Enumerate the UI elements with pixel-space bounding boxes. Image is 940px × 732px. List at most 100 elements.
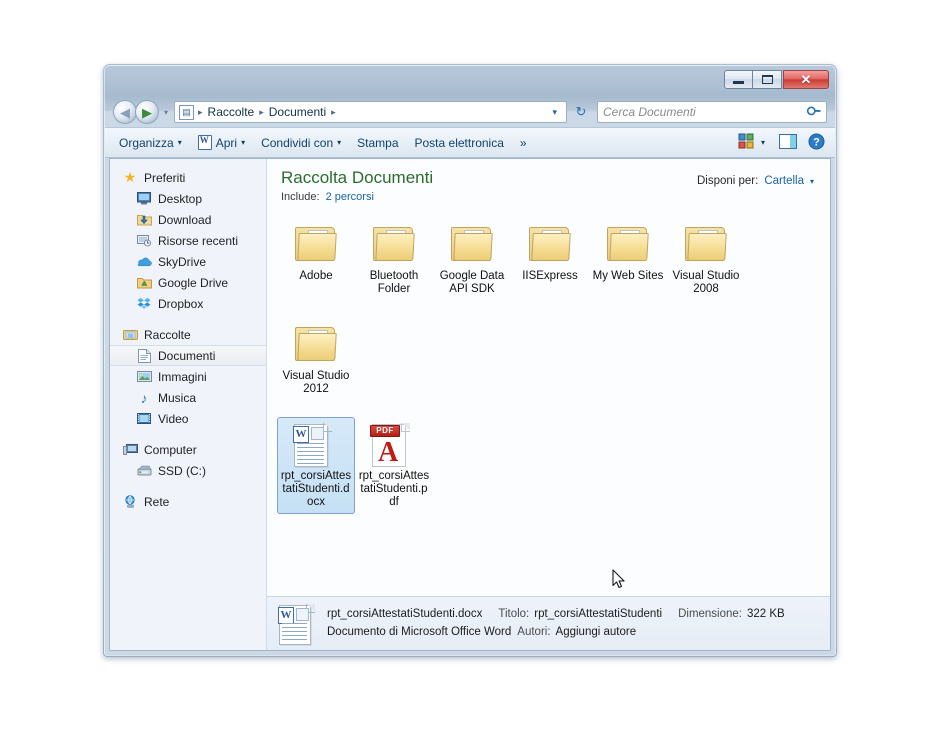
folder-item-my-web-sites[interactable]: My Web Sites [589,217,667,313]
view-tiles-icon [738,133,754,152]
organize-button[interactable]: Organizza ▾ [111,132,190,154]
close-button[interactable]: ✕ [783,70,829,89]
sidebar-label: Dropbox [158,296,204,311]
breadcrumb-documenti[interactable]: Documenti [265,104,330,120]
sidebar-label: Computer [144,442,197,457]
history-dropdown-icon[interactable]: ▾ [164,108,168,117]
pdf-badge-label: PDF [370,424,400,437]
folder-item-bluetooth-folder[interactable]: Bluetooth Folder [355,217,433,313]
share-with-label: Condividi con [261,135,334,150]
sidebar-item-rete[interactable]: Rete [110,491,266,512]
change-view-button[interactable] [733,132,759,154]
preview-pane-button[interactable] [775,132,801,154]
mouse-cursor [612,569,626,590]
svg-text:?: ? [813,136,820,148]
email-label: Posta elettronica [414,135,504,150]
file-list[interactable]: Adobe Bluetooth Folder Google Data API S… [267,211,830,596]
address-bar[interactable]: ▤ ▸ Raccolte ▸ Documenti ▸ ▾ [174,101,567,123]
folder-icon [526,222,574,266]
word-document-icon: W [292,422,340,467]
file-item-docx[interactable]: W rpt_corsiAttestatiStudenti.docx [277,416,355,515]
sidebar-item-desktop[interactable]: Desktop [110,188,266,209]
sidebar-label: Risorse recenti [158,233,239,248]
refresh-icon: ↻ [575,104,587,119]
folder-icon [682,222,730,266]
item-label: Bluetooth Folder [369,269,419,295]
sidebar-item-preferiti[interactable]: ★ Preferiti [110,167,266,188]
open-label: Apri [215,135,238,150]
sidebar-item-download[interactable]: Download [110,209,266,230]
sidebar-item-risorse-recenti[interactable]: Risorse recenti [110,230,266,251]
details-title-key: Titolo: [498,607,530,620]
print-label: Stampa [357,135,399,150]
arrange-by-value[interactable]: Cartella [764,175,804,187]
sidebar-item-skydrive[interactable]: SkyDrive [110,251,266,272]
title-bar[interactable]: ✕ [105,66,835,96]
details-title-value[interactable]: rpt_corsiAttestatiStudenti [534,606,662,624]
folder-item-adobe[interactable]: Adobe [277,217,355,313]
sidebar-item-ssd-c[interactable]: SSD (C:) [110,460,266,481]
minimize-button[interactable] [724,70,753,89]
maximize-button[interactable] [753,70,782,89]
overflow-chevrons-icon: » [519,135,527,150]
sidebar-item-google-drive[interactable]: Google Drive [110,272,266,293]
details-authors-value[interactable]: Aggiungi autore [556,624,637,642]
folder-icon [292,222,340,266]
refresh-button[interactable]: ↻ [570,101,592,123]
view-dropdown-icon[interactable]: ▾ [761,138,765,147]
skydrive-cloud-icon [136,254,152,270]
folder-item-google-data-api-sdk[interactable]: Google Data API SDK [433,217,511,313]
chevron-down-icon: ▾ [337,138,342,147]
sidebar-label: Rete [144,494,170,509]
navigation-pane[interactable]: ★ Preferiti Desktop Download Risorse rec… [110,159,267,650]
sidebar-item-dropbox[interactable]: Dropbox [110,293,266,314]
content-pane: Raccolta Documenti Include: 2 percorsi D… [267,159,830,650]
desktop-icon [136,191,152,207]
sidebar-item-raccolte[interactable]: Raccolte [110,324,266,345]
folder-item-visual-studio-2012[interactable]: Visual Studio 2012 [277,317,355,413]
sidebar-item-immagini[interactable]: Immagini [110,366,266,387]
search-box[interactable]: Cerca Documenti [597,101,827,123]
search-input[interactable]: Cerca Documenti [603,105,808,119]
download-folder-icon [136,212,152,228]
details-size-value: 322 KB [747,607,785,620]
video-library-icon [136,411,152,427]
sidebar-item-musica[interactable]: ♪ Musica [110,387,266,408]
email-button[interactable]: Posta elettronica [407,132,512,154]
star-icon: ★ [123,169,137,185]
window-inner: ✕ ◀ ▶ ▾ ▤ ▸ Raccolte ▸ Documenti ▸ ▾ ↻ C… [104,65,836,656]
sidebar-item-documenti[interactable]: Documenti [110,345,266,366]
forward-button[interactable]: ▶ [135,100,159,124]
breadcrumb-raccolte[interactable]: Raccolte [204,104,259,120]
nav-group-computer: Computer SSD (C:) [110,439,266,481]
details-file-name: rpt_corsiAttestatiStudenti.docx [327,607,483,620]
sidebar-label: Video [158,411,189,426]
chevron-down-icon[interactable]: ▾ [810,177,814,186]
print-button[interactable]: Stampa [349,132,406,154]
file-item-pdf[interactable]: PDF A rpt_corsiAttestatiStudenti.pdf [355,417,433,515]
recent-places-icon [136,233,152,249]
include-locations-link[interactable]: 2 percorsi [326,191,374,203]
help-button[interactable]: ? [803,132,829,154]
sidebar-item-video[interactable]: Video [110,408,266,429]
folder-icon [448,222,496,266]
folder-item-visual-studio-2008[interactable]: Visual Studio 2008 [667,217,745,313]
sidebar-item-computer[interactable]: Computer [110,439,266,460]
maximize-icon [761,75,773,84]
arrange-by-control: Disponi per: Cartella ▾ [697,175,814,187]
documents-library-icon [136,348,152,364]
open-button[interactable]: Apri ▾ [190,131,253,154]
back-button[interactable]: ◀ [113,100,137,124]
address-dropdown-icon[interactable]: ▾ [547,107,562,118]
overflow-button[interactable]: » [512,132,535,154]
body-area: ★ Preferiti Desktop Download Risorse rec… [109,158,831,651]
sidebar-label: Raccolte [144,327,191,342]
share-with-button[interactable]: Condividi con ▾ [253,132,349,154]
item-label: Google Data API SDK [439,269,505,295]
folder-item-iisexpress[interactable]: IISExpress [511,217,589,313]
details-pane: W rpt_corsiAttestatiStudenti.docx Titolo… [267,596,830,650]
sidebar-label: Desktop [158,191,203,206]
include-label: Include: [281,190,320,203]
item-label: Visual Studio 2008 [672,269,740,295]
breadcrumb-separator[interactable]: ▸ [330,107,337,118]
